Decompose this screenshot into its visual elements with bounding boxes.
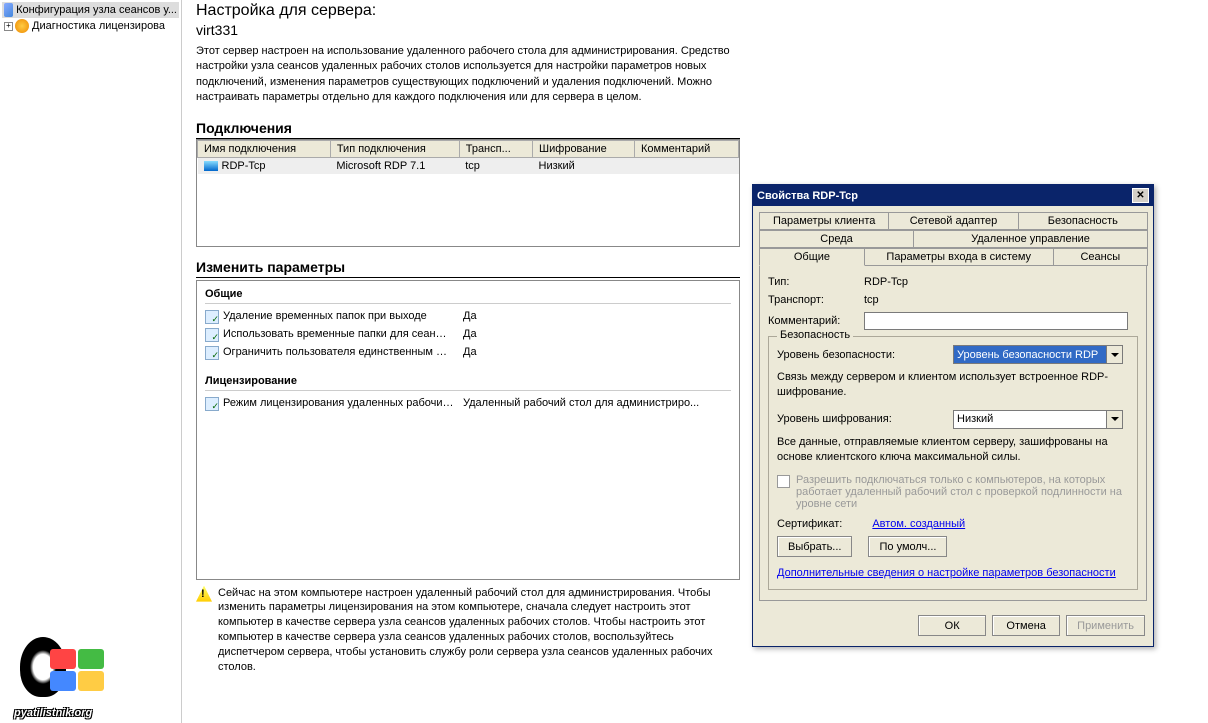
cell-comment xyxy=(634,157,738,174)
config-icon xyxy=(4,3,13,17)
col-encryption[interactable]: Шифрование xyxy=(533,140,635,157)
dropdown-value: Уровень безопасности RDP xyxy=(957,349,1098,361)
warning-message: Сейчас на этом компьютере настроен удале… xyxy=(196,586,740,675)
setting-icon xyxy=(205,310,219,324)
col-name[interactable]: Имя подключения xyxy=(198,140,331,157)
default-certificate-button[interactable]: По умолч... xyxy=(868,536,947,557)
warning-text: Сейчас на этом компьютере настроен удале… xyxy=(218,586,740,675)
edit-params-header: Изменить параметры xyxy=(196,259,740,278)
setting-value: Да xyxy=(463,328,477,342)
tab-remote-control[interactable]: Удаленное управление xyxy=(913,230,1148,248)
dropdown-value: Низкий xyxy=(957,413,993,425)
nla-checkbox-label: Разрешить подключаться только с компьюте… xyxy=(796,474,1129,510)
apply-button[interactable]: Применить xyxy=(1066,615,1145,636)
comment-input[interactable] xyxy=(864,312,1128,330)
tree-item-licensing-diag[interactable]: + Диагностика лицензирова xyxy=(2,18,179,34)
tab-sessions[interactable]: Сеансы xyxy=(1053,248,1148,266)
col-transport[interactable]: Трансп... xyxy=(459,140,532,157)
close-button[interactable]: ✕ xyxy=(1132,188,1149,203)
tree-item-config[interactable]: Конфигурация узла сеансов у... xyxy=(2,2,179,18)
warning-icon xyxy=(196,586,212,602)
cancel-button[interactable]: Отмена xyxy=(992,615,1060,636)
encryption-level-dropdown[interactable]: Низкий xyxy=(953,410,1123,429)
transport-value: tcp xyxy=(864,294,879,306)
licensing-group-title: Лицензирование xyxy=(205,372,731,391)
setting-row[interactable]: Использовать временные папки для сеан… Д… xyxy=(205,326,731,344)
tab-general[interactable]: Общие xyxy=(759,248,865,266)
setting-icon xyxy=(205,346,219,360)
dialog-footer: ОК Отмена Применить xyxy=(753,607,1153,646)
tree-label: Конфигурация узла сеансов у... xyxy=(16,4,177,16)
dialog-titlebar[interactable]: Свойства RDP-Tcp ✕ xyxy=(753,185,1153,206)
settings-box: Общие Удаление временных папок при выход… xyxy=(196,280,740,580)
connections-header: Подключения xyxy=(196,120,740,139)
nla-checkbox-row: Разрешить подключаться только с компьюте… xyxy=(777,474,1129,510)
table-row[interactable]: RDP-Tcp Microsoft RDP 7.1 tcp Низкий xyxy=(198,157,739,174)
encryption-level-description: Все данные, отправляемые клиентом сервер… xyxy=(777,435,1129,465)
connection-icon xyxy=(204,161,218,171)
setting-label: Режим лицензирования удаленных рабочи… xyxy=(223,397,463,411)
setting-value: Удаленный рабочий стол для администриро.… xyxy=(463,397,699,411)
setting-row[interactable]: Режим лицензирования удаленных рабочи… У… xyxy=(205,395,731,413)
security-help-link[interactable]: Дополнительные сведения о настройке пара… xyxy=(777,567,1116,579)
security-level-description: Связь между сервером и клиентом использу… xyxy=(777,370,1129,400)
cell-encryption: Низкий xyxy=(533,157,635,174)
setting-icon xyxy=(205,328,219,342)
setting-row[interactable]: Удаление временных папок при выходе Да xyxy=(205,308,731,326)
tab-network-adapter[interactable]: Сетевой адаптер xyxy=(888,212,1018,230)
page-description: Этот сервер настроен на использование уд… xyxy=(196,44,740,106)
tab-strip: Параметры клиента Сетевой адаптер Безопа… xyxy=(759,212,1147,266)
cell-transport: tcp xyxy=(459,157,532,174)
tab-security[interactable]: Безопасность xyxy=(1018,212,1148,230)
setting-label: Ограничить пользователя единственным … xyxy=(223,346,463,360)
rdp-tcp-properties-dialog: Свойства RDP-Tcp ✕ Параметры клиента Сет… xyxy=(752,184,1154,647)
tree-label: Диагностика лицензирова xyxy=(32,20,165,32)
setting-row[interactable]: Ограничить пользователя единственным … Д… xyxy=(205,344,731,362)
select-certificate-button[interactable]: Выбрать... xyxy=(777,536,852,557)
setting-label: Удаление временных папок при выходе xyxy=(223,310,463,324)
watermark-logo: pyatilistnik.org xyxy=(14,633,114,719)
security-level-dropdown[interactable]: Уровень безопасности RDP xyxy=(953,345,1123,364)
server-name: virt331 xyxy=(196,22,740,38)
tab-content-general: Тип: RDP-Tcp Транспорт: tcp Комментарий:… xyxy=(759,265,1147,601)
type-label: Тип: xyxy=(768,276,864,288)
key-icon xyxy=(15,19,29,33)
transport-label: Транспорт: xyxy=(768,294,864,306)
security-legend: Безопасность xyxy=(777,329,853,341)
type-value: RDP-Tcp xyxy=(864,276,908,288)
comment-label: Комментарий: xyxy=(768,315,864,327)
chevron-down-icon xyxy=(1106,411,1122,428)
security-fieldset: Безопасность Уровень безопасности: Урове… xyxy=(768,336,1138,590)
general-group-title: Общие xyxy=(205,285,731,304)
col-type[interactable]: Тип подключения xyxy=(330,140,459,157)
windows-flag-icon xyxy=(50,649,106,693)
table-header-row: Имя подключения Тип подключения Трансп..… xyxy=(198,140,739,157)
setting-value: Да xyxy=(463,346,477,360)
setting-label: Использовать временные папки для сеан… xyxy=(223,328,463,342)
encryption-level-label: Уровень шифрования: xyxy=(777,413,953,425)
dialog-title-text: Свойства RDP-Tcp xyxy=(757,190,858,202)
watermark-text: pyatilistnik.org xyxy=(14,707,92,719)
nla-checkbox[interactable] xyxy=(777,475,790,488)
tab-client-params[interactable]: Параметры клиента xyxy=(759,212,889,230)
expand-icon[interactable]: + xyxy=(4,22,13,31)
page-title: Настройка для сервера: xyxy=(196,2,740,20)
navigation-tree: Конфигурация узла сеансов у... + Диагнос… xyxy=(0,0,182,723)
certificate-link[interactable]: Автом. созданный xyxy=(872,518,965,530)
chevron-down-icon xyxy=(1106,346,1122,363)
setting-icon xyxy=(205,397,219,411)
tab-logon-params[interactable]: Параметры входа в систему xyxy=(864,248,1054,266)
col-comment[interactable]: Комментарий xyxy=(634,140,738,157)
cell-type: Microsoft RDP 7.1 xyxy=(330,157,459,174)
connections-table: Имя подключения Тип подключения Трансп..… xyxy=(196,139,740,247)
setting-value: Да xyxy=(463,310,477,324)
security-level-label: Уровень безопасности: xyxy=(777,349,953,361)
cell-name: RDP-Tcp xyxy=(222,160,266,172)
tab-environment[interactable]: Среда xyxy=(759,230,914,248)
main-content: Настройка для сервера: virt331 Этот серв… xyxy=(188,0,748,723)
certificate-label: Сертификат: xyxy=(777,518,842,530)
ok-button[interactable]: ОК xyxy=(918,615,986,636)
